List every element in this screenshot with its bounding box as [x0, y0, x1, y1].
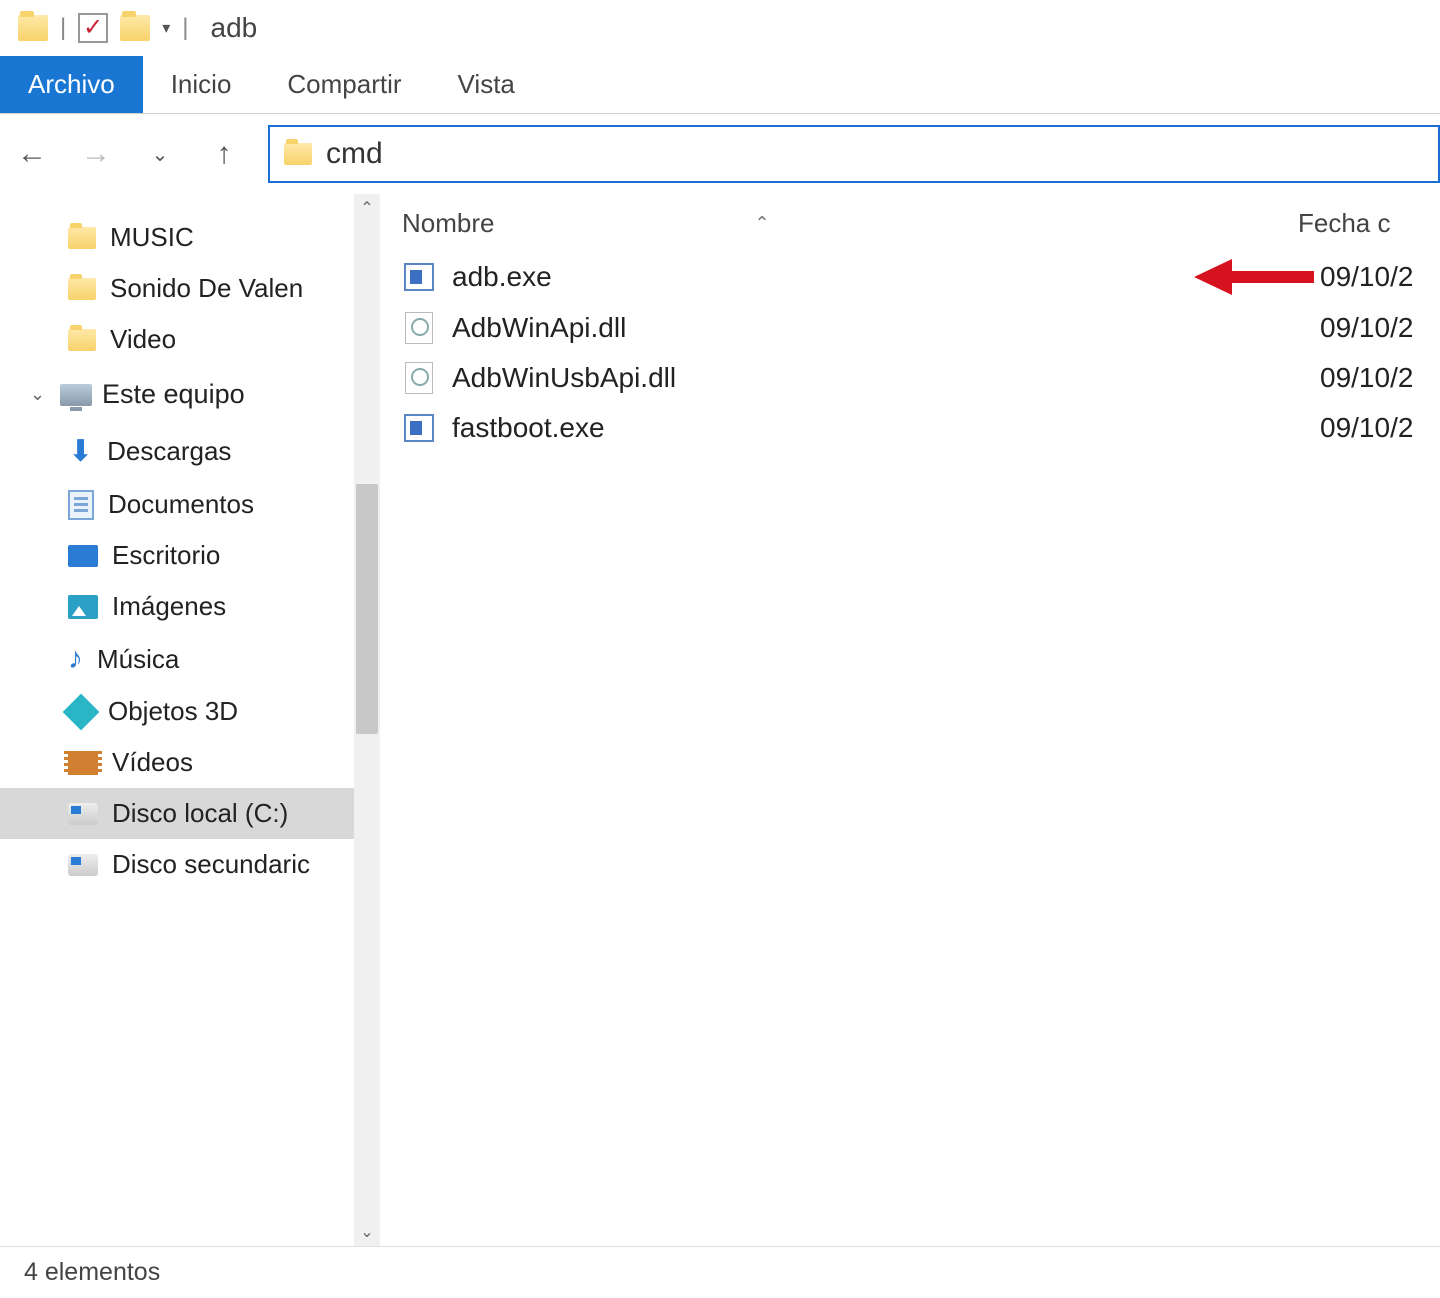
- disk-icon: [68, 803, 98, 825]
- sidebar-item-music[interactable]: MUSIC: [0, 212, 380, 263]
- disk-icon: [68, 854, 98, 876]
- column-headers: Nombre ⌃ Fecha c: [380, 194, 1440, 251]
- sidebar-item-label: Sonido De Valen: [110, 273, 303, 304]
- file-name: fastboot.exe: [452, 412, 1304, 444]
- column-header-label: Nombre: [402, 208, 494, 239]
- tab-archivo[interactable]: Archivo: [0, 56, 143, 113]
- column-header-label: Fecha c: [1298, 208, 1391, 238]
- sidebar-item-musica[interactable]: ♪ Música: [0, 632, 380, 686]
- sidebar-item-escritorio[interactable]: Escritorio: [0, 530, 380, 581]
- folder-icon[interactable]: [18, 15, 48, 41]
- sidebar-item-label: Documentos: [108, 489, 254, 520]
- exe-icon: [402, 411, 436, 445]
- status-count: 4 elementos: [24, 1258, 160, 1287]
- sidebar-item-video[interactable]: Video: [0, 314, 380, 365]
- file-date: 09/10/2: [1320, 362, 1440, 394]
- file-row[interactable]: AdbWinApi.dll 09/10/2: [402, 303, 1440, 353]
- column-header-name[interactable]: Nombre ⌃: [402, 208, 1298, 239]
- qat-dropdown-icon[interactable]: ▾: [162, 18, 170, 38]
- document-icon: [68, 490, 94, 520]
- tab-compartir[interactable]: Compartir: [259, 56, 429, 113]
- scrollbar[interactable]: ⌃ ⌄: [354, 194, 380, 1246]
- column-header-date[interactable]: Fecha c: [1298, 208, 1418, 239]
- sidebar-group-label: Este equipo: [102, 379, 245, 410]
- pc-icon: [60, 384, 92, 406]
- sidebar-item-imagenes[interactable]: Imágenes: [0, 581, 380, 632]
- sidebar-item-disco-c[interactable]: Disco local (C:): [0, 788, 380, 839]
- exe-icon: [402, 260, 436, 294]
- address-text[interactable]: cmd: [326, 137, 383, 171]
- file-name: AdbWinUsbApi.dll: [452, 362, 1304, 394]
- tab-vista[interactable]: Vista: [430, 56, 543, 113]
- sidebar-item-label: Disco local (C:): [112, 798, 288, 829]
- pictures-icon: [68, 595, 98, 619]
- scrollbar-thumb[interactable]: [356, 484, 378, 734]
- sidebar-item-label: MUSIC: [110, 222, 194, 253]
- objects3d-icon: [63, 693, 100, 730]
- ribbon-tabs: Archivo Inicio Compartir Vista: [0, 56, 1440, 114]
- sidebar-item-disco-secundario[interactable]: Disco secundaric: [0, 839, 380, 890]
- sidebar-item-documentos[interactable]: Documentos: [0, 479, 380, 530]
- sidebar-item-label: Descargas: [107, 436, 231, 467]
- up-button[interactable]: ↑: [204, 137, 244, 171]
- file-pane: Nombre ⌃ Fecha c adb.exe 09/10/2: [380, 194, 1440, 1246]
- sidebar-item-descargas[interactable]: ⬇ Descargas: [0, 424, 380, 479]
- tab-inicio[interactable]: Inicio: [143, 56, 260, 113]
- scroll-up-icon[interactable]: ⌃: [354, 194, 380, 222]
- sidebar-item-label: Objetos 3D: [108, 696, 238, 727]
- back-button[interactable]: ←: [12, 137, 52, 171]
- file-list: adb.exe 09/10/2 AdbWinApi.dll 09/10/2 Ad…: [380, 251, 1440, 453]
- annotation-arrow-icon: [1184, 259, 1304, 295]
- desktop-icon: [68, 545, 98, 567]
- dll-icon: [402, 311, 436, 345]
- recent-dropdown-icon[interactable]: ⌄: [140, 142, 180, 167]
- properties-icon[interactable]: ✓: [78, 13, 108, 43]
- file-row[interactable]: adb.exe 09/10/2: [402, 251, 1440, 303]
- download-icon: ⬇: [68, 434, 93, 469]
- sidebar-item-label: Disco secundaric: [112, 849, 310, 880]
- sidebar-item-label: Escritorio: [112, 540, 220, 571]
- file-date: 09/10/2: [1320, 261, 1440, 293]
- folder-icon: [68, 278, 96, 300]
- folder-icon[interactable]: [120, 15, 150, 41]
- folder-icon: [68, 227, 96, 249]
- window-title: adb: [201, 12, 258, 44]
- separator: |: [182, 14, 188, 42]
- address-bar[interactable]: cmd: [268, 125, 1440, 183]
- sidebar-item-label: Música: [97, 644, 179, 675]
- folder-icon: [284, 143, 312, 165]
- file-date: 09/10/2: [1320, 312, 1440, 344]
- file-row[interactable]: fastboot.exe 09/10/2: [402, 403, 1440, 453]
- sidebar-group-pc[interactable]: ⌄ Este equipo: [0, 365, 380, 424]
- title-bar: | ✓ ▾ | adb: [0, 0, 1440, 56]
- sidebar: MUSIC Sonido De Valen Video ⌄ Este equip…: [0, 194, 380, 1246]
- videos-icon: [68, 751, 98, 775]
- sidebar-item-label: Video: [110, 324, 176, 355]
- sidebar-item-sonido[interactable]: Sonido De Valen: [0, 263, 380, 314]
- sidebar-item-label: Vídeos: [112, 747, 193, 778]
- status-bar: 4 elementos: [0, 1246, 1440, 1298]
- sidebar-item-videos[interactable]: Vídeos: [0, 737, 380, 788]
- sort-indicator-icon: ⌃: [754, 213, 769, 234]
- body: MUSIC Sonido De Valen Video ⌄ Este equip…: [0, 194, 1440, 1246]
- separator: |: [60, 14, 66, 42]
- scroll-down-icon[interactable]: ⌄: [354, 1218, 380, 1246]
- file-name: AdbWinApi.dll: [452, 312, 1304, 344]
- file-date: 09/10/2: [1320, 412, 1440, 444]
- folder-icon: [68, 329, 96, 351]
- dll-icon: [402, 361, 436, 395]
- music-icon: ♪: [68, 642, 83, 676]
- file-name: adb.exe: [452, 261, 1168, 293]
- chevron-down-icon[interactable]: ⌄: [30, 384, 50, 405]
- sidebar-item-objetos3d[interactable]: Objetos 3D: [0, 686, 380, 737]
- forward-button[interactable]: →: [76, 137, 116, 171]
- sidebar-item-label: Imágenes: [112, 591, 226, 622]
- file-row[interactable]: AdbWinUsbApi.dll 09/10/2: [402, 353, 1440, 403]
- navigation-bar: ← → ⌄ ↑ cmd: [0, 114, 1440, 194]
